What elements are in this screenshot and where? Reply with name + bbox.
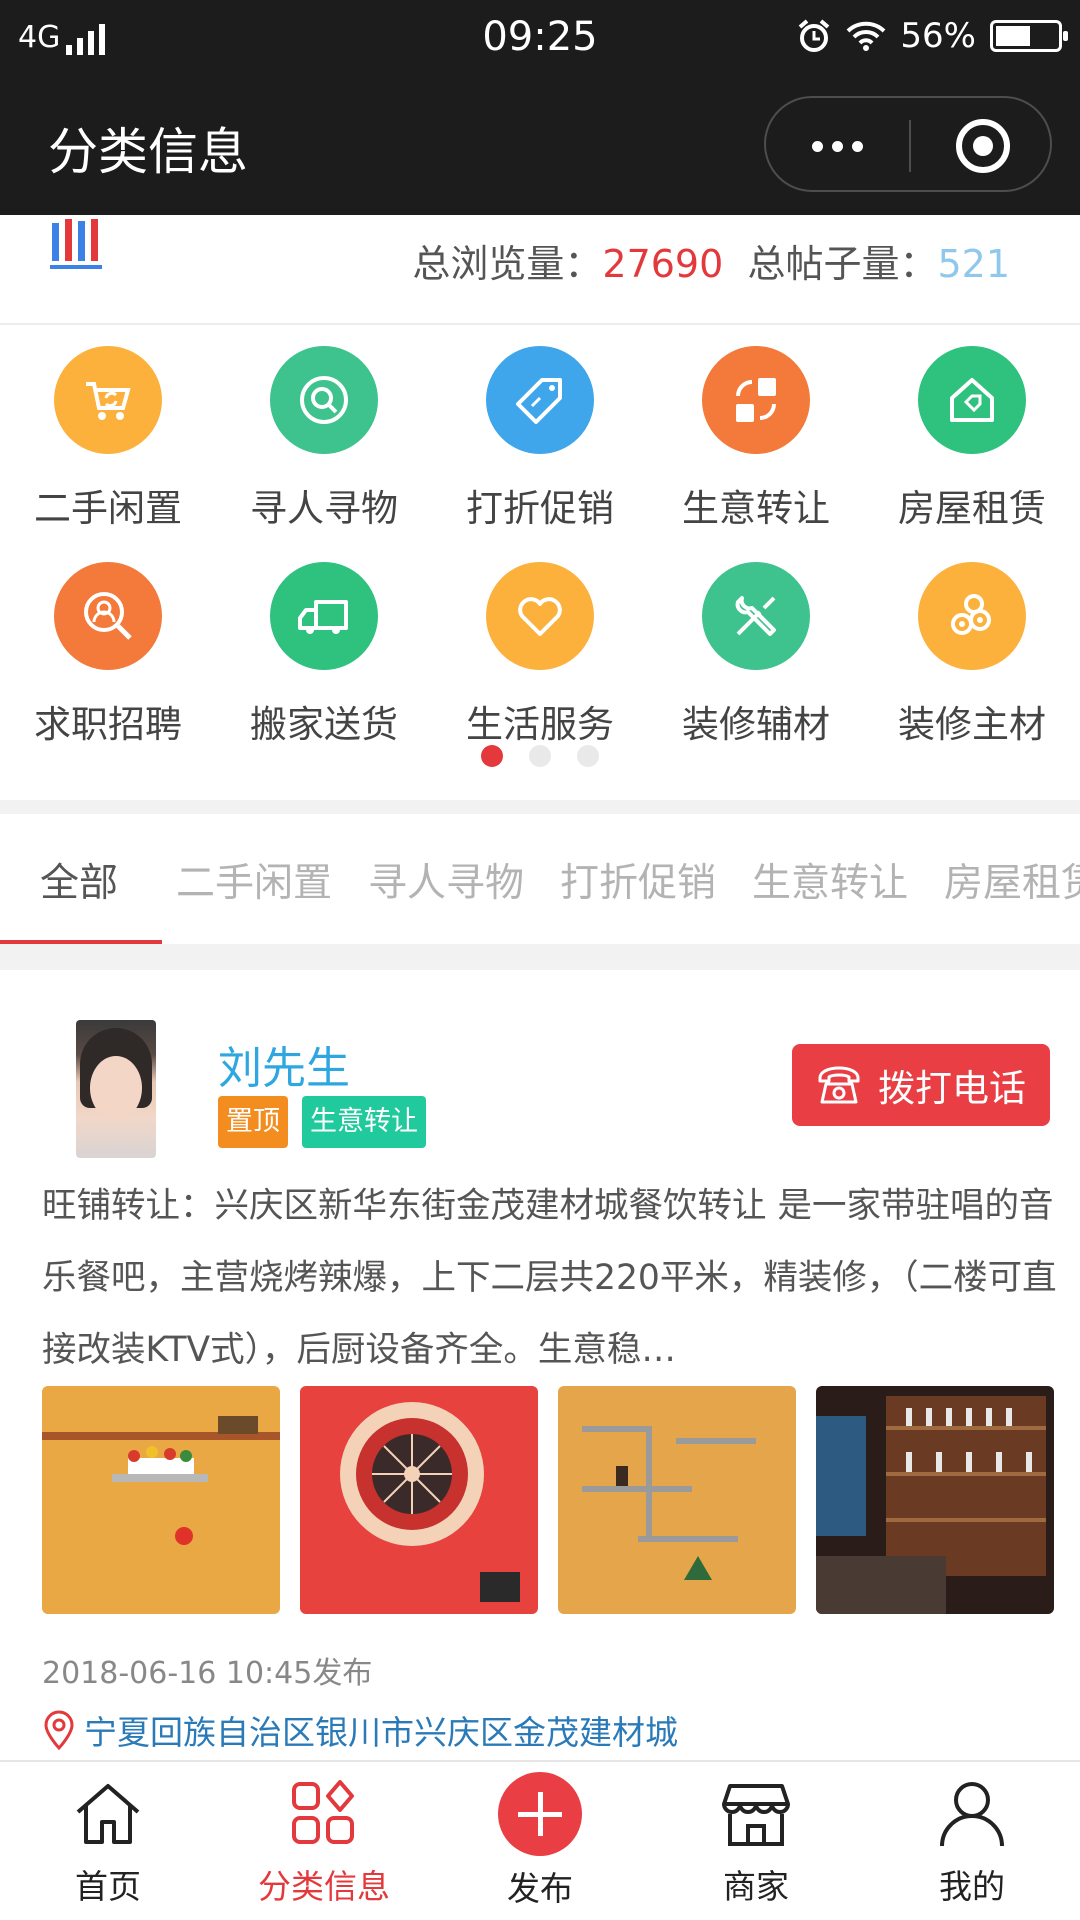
grid-icon <box>284 1774 364 1854</box>
tabbar-label: 我的 <box>939 1867 1005 1906</box>
heart-icon <box>486 562 594 670</box>
avatar[interactable] <box>76 1020 156 1158</box>
status-bar: 4G 09:25 56% <box>0 0 1080 80</box>
tabbar-category[interactable]: 分类信息 <box>216 1770 432 1920</box>
page-dot-active[interactable] <box>481 745 503 767</box>
category-label: 二手闲置 <box>34 487 182 530</box>
section-divider <box>0 944 1080 970</box>
category-label: 生活服务 <box>466 703 614 746</box>
post-location[interactable]: 宁夏回族自治区银川市兴庆区金茂建材城 <box>42 1706 678 1754</box>
category-badge: 生意转让 <box>302 1096 426 1148</box>
pinned-badge: 置顶 <box>218 1096 288 1148</box>
price-tag-icon <box>486 346 594 454</box>
phone-icon <box>818 1066 860 1104</box>
category-item[interactable]: 寻人寻物 <box>216 346 432 556</box>
post-card[interactable]: 刘先生 置顶 生意转让 拨打电话 旺铺转让：兴庆区新华东街金茂建材城餐饮转让 是… <box>0 970 1080 1760</box>
tabbar-shop[interactable]: 商家 <box>648 1770 864 1920</box>
tabbar-label: 发布 <box>507 1869 573 1908</box>
location-pin-icon <box>44 1710 74 1750</box>
views-label: 总浏览量： <box>412 242 603 286</box>
post-photo[interactable] <box>300 1386 538 1614</box>
transfer-blocks-icon <box>702 346 810 454</box>
category-item[interactable]: 生活服务 <box>432 562 648 772</box>
carousel-pagination <box>0 745 1080 767</box>
category-item[interactable]: 装修辅材 <box>648 562 864 772</box>
tab-all[interactable]: 全部 <box>40 852 118 908</box>
stats-summary: 总浏览量：27690 总帖子量：521 <box>412 233 1010 288</box>
home-icon <box>68 1774 148 1854</box>
tab-house-rental[interactable]: 房屋租赁 <box>944 852 1080 908</box>
tab-business-transfer[interactable]: 生意转让 <box>752 852 908 908</box>
battery-percent: 56% <box>900 16 976 56</box>
category-item[interactable]: 生意转让 <box>648 346 864 556</box>
post-content[interactable]: 旺铺转让：兴庆区新华东街金茂建材城餐饮转让 是一家带驻唱的音乐餐吧，主营烧烤辣爆… <box>42 1170 1062 1386</box>
post-photo[interactable] <box>42 1386 280 1614</box>
stats-bar: 总浏览量：27690 总帖子量：521 <box>0 215 1080 325</box>
status-right: 56% <box>796 16 1068 56</box>
category-label: 求职招聘 <box>34 703 182 746</box>
shop-icon <box>716 1774 796 1854</box>
location-text: 宁夏回族自治区银川市兴庆区金茂建材城 <box>84 1713 678 1752</box>
category-label: 搬家送货 <box>250 703 398 746</box>
alarm-icon <box>799 19 830 52</box>
views-value: 27690 <box>602 242 724 286</box>
section-divider <box>0 800 1080 814</box>
author-name[interactable]: 刘先生 <box>218 1032 350 1096</box>
category-label: 装修辅材 <box>682 703 830 746</box>
page-dot[interactable] <box>529 745 551 767</box>
category-item[interactable]: 房屋租赁 <box>864 346 1080 556</box>
page-dot[interactable] <box>577 745 599 767</box>
tools-icon <box>702 562 810 670</box>
tab-discount[interactable]: 打折促销 <box>560 852 716 908</box>
category-label: 寻人寻物 <box>250 487 398 530</box>
house-tag-icon <box>918 346 1026 454</box>
material-rolls-icon <box>918 562 1026 670</box>
tabbar-home[interactable]: 首页 <box>0 1770 216 1920</box>
user-icon <box>932 1774 1012 1854</box>
post-photo[interactable] <box>816 1386 1054 1614</box>
category-label: 生意转让 <box>682 487 830 530</box>
photo-gallery <box>42 1386 1054 1616</box>
tabbar-label: 首页 <box>75 1867 141 1906</box>
post-photo[interactable] <box>558 1386 796 1614</box>
page-title: 分类信息 <box>48 123 248 181</box>
tabbar-label: 商家 <box>723 1867 789 1906</box>
tabbar-label: 分类信息 <box>258 1867 390 1906</box>
category-item[interactable]: 搬家送货 <box>216 562 432 772</box>
wifi-icon <box>847 21 886 51</box>
category-item[interactable]: 打折促销 <box>432 346 648 556</box>
mini-program-capsule <box>764 96 1052 192</box>
call-button[interactable]: 拨打电话 <box>792 1044 1050 1126</box>
person-search-icon <box>54 562 162 670</box>
battery-icon <box>990 20 1068 52</box>
search-circle-icon <box>270 346 378 454</box>
navigation-bar: 分类信息 <box>0 80 1080 215</box>
posts-value: 521 <box>937 242 1010 286</box>
plus-icon <box>498 1772 582 1856</box>
category-label: 打折促销 <box>466 487 614 530</box>
category-grid: 二手闲置 寻人寻物 打折促销 生意转让 房屋租赁 求职招聘 搬家送货 生活服务 … <box>0 330 1080 770</box>
target-close-icon[interactable] <box>911 98 1054 194</box>
category-item[interactable]: 二手闲置 <box>0 346 216 556</box>
category-label: 装修主材 <box>898 703 1046 746</box>
tabbar-profile[interactable]: 我的 <box>864 1770 1080 1920</box>
tab-lost-found[interactable]: 寻人寻物 <box>368 852 524 908</box>
bottom-tab-bar: 首页 分类信息 发布 商家 我的 <box>0 1760 1080 1920</box>
category-tabs: 全部 二手闲置 寻人寻物 打折促销 生意转让 房屋租赁 <box>0 814 1080 944</box>
more-dots-icon[interactable] <box>766 98 909 194</box>
tabbar-publish[interactable]: 发布 <box>432 1770 648 1920</box>
posts-label: 总帖子量： <box>747 242 938 286</box>
tab-second-hand[interactable]: 二手闲置 <box>176 852 332 908</box>
cart-refresh-icon <box>54 346 162 454</box>
category-label: 房屋租赁 <box>898 487 1046 530</box>
truck-icon <box>270 562 378 670</box>
call-label: 拨打电话 <box>878 1067 1026 1110</box>
bar-chart-icon <box>50 219 102 269</box>
category-item[interactable]: 装修主材 <box>864 562 1080 772</box>
post-time: 2018-06-16 10:45发布 <box>42 1656 373 1691</box>
category-item[interactable]: 求职招聘 <box>0 562 216 772</box>
